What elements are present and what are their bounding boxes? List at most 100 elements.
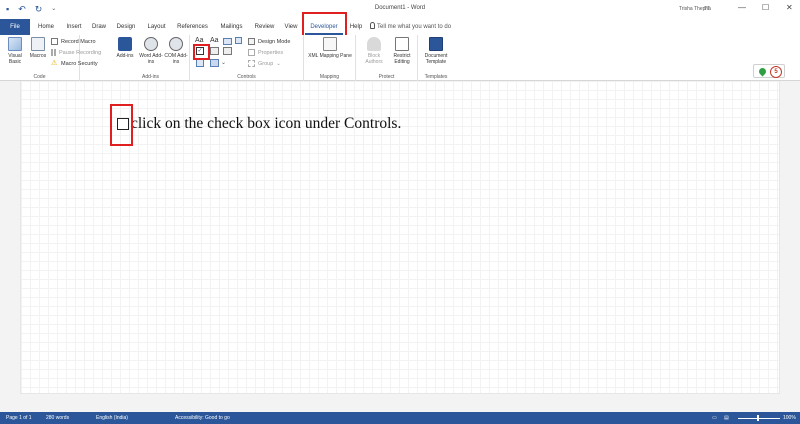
visual-basic-icon [8,37,22,51]
addins-icon [118,37,132,51]
addins-label: Add-ins [116,53,134,59]
com-gear-icon [169,37,183,51]
group-code-label: Code [33,74,46,80]
dropdown-list-control-icon[interactable] [223,47,232,55]
accessibility-status[interactable]: Accessibility: Good to go [175,415,230,421]
read-mode-icon[interactable]: ▤ [724,415,729,421]
tab-references[interactable]: References [173,19,212,35]
title-bar: ▪ ↶ ↻ ⌄ Document1 - Word Trisha Thepna T… [0,0,800,19]
tab-review[interactable]: Review [251,19,278,35]
macro-security-button[interactable]: ⚠ Macro Security [51,60,98,67]
repeating-section-control-icon[interactable] [235,37,242,44]
plain-text-control-icon[interactable]: Aa [210,37,219,44]
group-button[interactable]: Group ⌄ [248,60,281,67]
pause-recording-button[interactable]: Pause Recording [51,49,101,56]
warning-icon: ⚠ [51,60,58,67]
restore-button[interactable]: ☐ [762,3,769,12]
chevron-down-icon: ⌄ [276,60,281,67]
group-addins: Add-ins Word Add-ins COM Add-ins Add-ins [112,35,190,81]
document-paragraph[interactable]: click on the check box icon under Contro… [117,115,401,133]
document-template-label: Document Template [424,53,448,65]
properties-label: Properties [258,49,284,56]
macros-button[interactable]: Macros [27,37,49,59]
xml-mapping-label: XML Mapping Pane [308,53,352,59]
group-label-text: Group [258,60,274,67]
macros-label: Macros [29,53,47,59]
properties-icon [248,49,255,56]
xml-mapping-icon [323,37,337,51]
document-text: click on the check box icon under Contro… [131,115,402,132]
macros-icon [31,37,45,51]
close-button[interactable]: ✕ [786,3,793,12]
macro-security-label: Macro Security [61,60,98,67]
tab-home[interactable]: Home [34,19,58,35]
tab-design[interactable]: Design [113,19,139,35]
zoom-level[interactable]: 100% [783,415,796,421]
tab-view[interactable]: View [281,19,301,35]
restrict-editing-button[interactable]: Restrict Editing [388,37,416,65]
record-macro-label: Record Macro [61,38,96,45]
user-initials[interactable]: TT [704,6,710,12]
xml-mapping-pane-button[interactable]: XML Mapping Pane [308,37,352,59]
group-templates-label: Templates [424,74,448,80]
developer-tab-highlight [302,12,347,37]
picture-control-icon[interactable] [223,38,232,45]
zoom-slider[interactable] [738,418,780,419]
restrict-editing-icon [395,37,409,51]
group-templates: Document Template Templates [418,35,454,81]
block-authors-button[interactable]: Block Authors [360,37,388,65]
visual-basic-label: Visual Basic [8,53,22,65]
gear-icon [144,37,158,51]
date-picker-control-icon[interactable] [210,59,219,67]
record-macro-icon [51,38,58,45]
notification-badge[interactable]: 5 [753,64,785,78]
com-addins-label: COM Add-ins [164,53,188,65]
block-authors-icon [367,37,381,51]
pause-recording-label: Pause Recording [59,49,102,56]
checkbox-control-highlight [193,44,210,60]
pause-icon [51,49,56,56]
restrict-editing-label: Restrict Editing [393,53,411,65]
tell-me-search[interactable]: Tell me what you want to do [377,19,451,35]
tab-help[interactable]: Help [346,19,366,35]
ribbon: Visual Basic Macros Record Macro Pause R… [0,35,800,116]
word-addins-label: Word Add-ins [139,53,163,65]
group-mapping-label: Mapping [319,74,340,80]
group-icon [248,60,255,67]
group-controls-label: Controls [237,74,256,80]
page-count[interactable]: Page 1 of 1 [6,415,32,421]
rich-text-control-icon[interactable]: Aa [195,37,204,44]
properties-button[interactable]: Properties [248,49,283,56]
group-code: Visual Basic Macros Record Macro Pause R… [0,35,101,81]
word-addins-button[interactable]: Word Add-ins [138,37,164,65]
tab-mailings[interactable]: Mailings [215,19,248,35]
ribbon-tabs: File Home Insert Draw Design Layout Refe… [0,19,800,35]
com-addins-button[interactable]: COM Add-ins [164,37,188,65]
visual-basic-button[interactable]: Visual Basic [3,37,27,65]
group-mapping: XML Mapping Pane Mapping [304,35,356,81]
word-count[interactable]: 280 words [46,415,69,421]
group-addins-label: Add-ins [142,74,159,80]
location-pin-icon [757,66,768,77]
block-authors-label: Block Authors [365,53,383,65]
language[interactable]: English (India) [96,415,128,421]
addins-button[interactable]: Add-ins [115,37,135,59]
zoom-slider-thumb[interactable] [757,415,759,421]
minimize-button[interactable]: — [738,3,746,12]
tab-layout[interactable]: Layout [143,19,170,35]
word-template-icon [429,37,443,51]
badge-count: 5 [770,66,782,78]
focus-mode-icon[interactable]: ▭ [712,415,717,421]
record-macro-button[interactable]: Record Macro [51,38,96,45]
legacy-tools-dropdown-icon[interactable]: ⌄ [221,59,226,66]
tab-file[interactable]: File [0,19,30,35]
tab-insert[interactable]: Insert [62,19,86,35]
document-template-button[interactable]: Document Template [420,37,452,65]
document-checkbox-highlight [110,104,133,146]
design-mode-icon [248,38,255,45]
design-mode-button[interactable]: Design Mode [248,38,290,45]
combo-box-control-icon[interactable] [210,47,219,55]
building-block-control-icon[interactable] [196,59,204,67]
tab-draw[interactable]: Draw [89,19,109,35]
group-protect: Block Authors Restrict Editing Protect [356,35,418,81]
